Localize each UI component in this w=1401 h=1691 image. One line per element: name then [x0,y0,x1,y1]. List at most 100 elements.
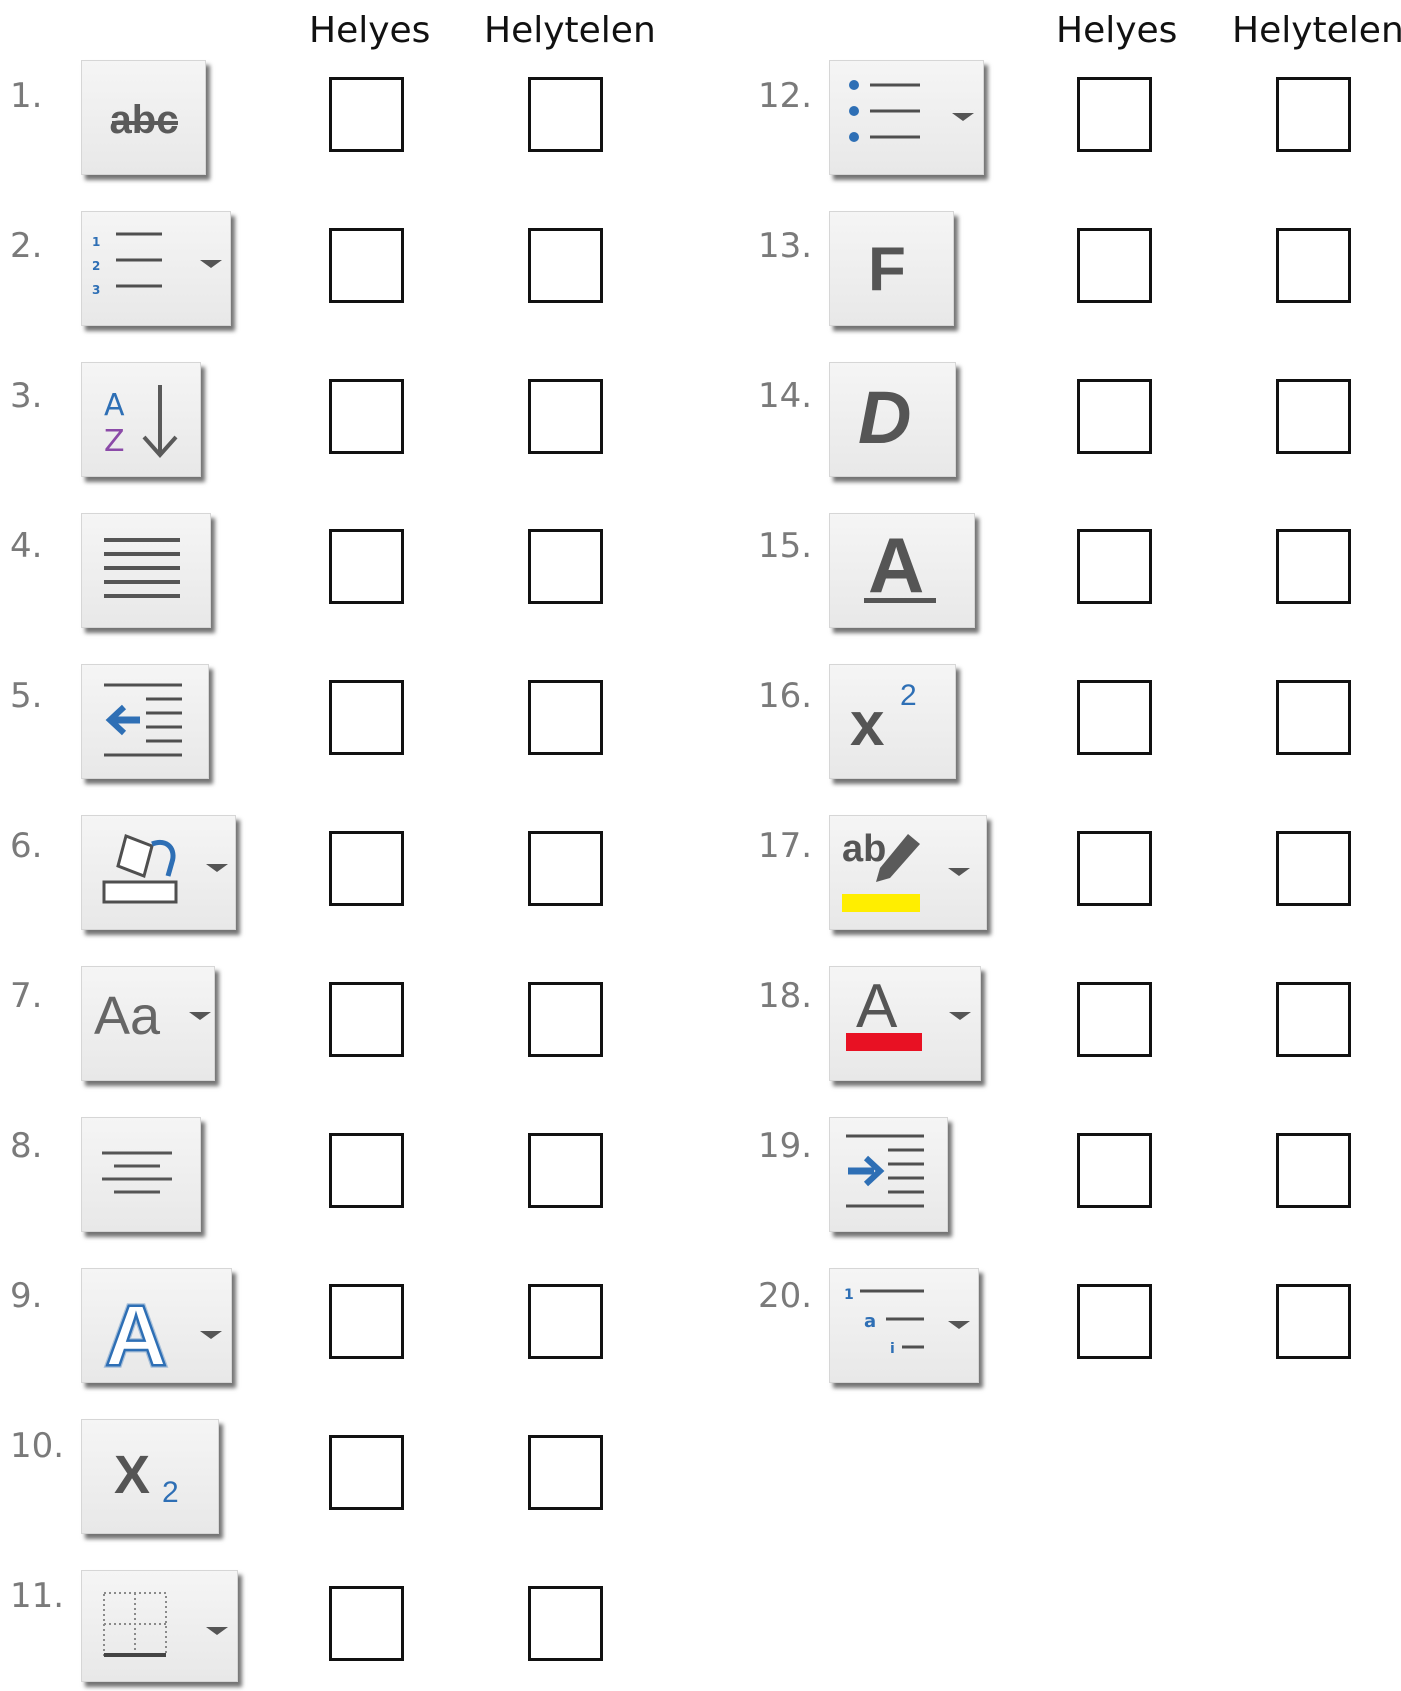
item-number: 4. [10,526,43,566]
strikethrough-button[interactable]: abc [81,60,206,175]
underline-button[interactable]: A [829,513,975,628]
justify-button[interactable] [81,513,211,628]
bold-button[interactable]: F [829,211,954,326]
helyes-checkbox[interactable] [1077,1133,1152,1208]
borders-button[interactable] [81,1570,238,1682]
item-number: 8. [10,1126,43,1166]
header-helyes-left: Helyes [309,10,431,51]
helytelen-checkbox[interactable] [1276,1133,1351,1208]
helyes-checkbox[interactable] [1077,831,1152,906]
svg-text:a: a [864,1311,876,1332]
header-helytelen-right: Helytelen [1232,10,1401,51]
helyes-checkbox[interactable] [1077,1284,1152,1359]
change-case-button[interactable]: Aa [81,966,215,1081]
sort-az-icon: A Z [104,385,178,459]
svg-text:A: A [104,388,125,423]
helytelen-checkbox[interactable] [1276,77,1351,152]
multilevel-list-icon: 1 a i [844,1287,970,1357]
superscript-icon: x [850,690,885,759]
numbered-list-icon: 1 2 3 [92,232,222,297]
helyes-checkbox[interactable] [1077,77,1152,152]
helyes-checkbox[interactable] [329,379,404,454]
highlight-button[interactable]: ab [829,815,987,930]
helytelen-checkbox[interactable] [528,379,603,454]
helytelen-checkbox[interactable] [1276,1284,1351,1359]
helytelen-checkbox[interactable] [528,1435,603,1510]
increase-indent-icon [846,1134,924,1208]
item-number: 19. [758,1126,813,1166]
helytelen-checkbox[interactable] [528,1133,603,1208]
change-case-icon: Aa [94,986,161,1046]
helyes-checkbox[interactable] [329,680,404,755]
numbered-list-button[interactable]: 1 2 3 [81,211,231,326]
helyes-checkbox[interactable] [329,1133,404,1208]
helyes-checkbox[interactable] [1077,680,1152,755]
item-number: 11. [10,1576,65,1616]
decrease-indent-icon [104,683,182,757]
helytelen-checkbox[interactable] [528,680,603,755]
svg-text:1: 1 [844,1287,854,1303]
helytelen-checkbox[interactable] [528,1586,603,1661]
chevron-down-icon [949,1012,971,1020]
decrease-indent-button[interactable] [81,664,209,779]
svg-text:2: 2 [92,259,100,273]
item-number: 6. [10,826,43,866]
item-number: 12. [758,76,813,116]
helytelen-checkbox[interactable] [528,831,603,906]
header-helytelen-left: Helytelen [484,10,656,51]
helytelen-checkbox[interactable] [1276,379,1351,454]
helytelen-checkbox[interactable] [528,77,603,152]
bullet-list-button[interactable] [829,60,984,175]
helyes-checkbox[interactable] [329,228,404,303]
svg-text:Z: Z [104,424,125,459]
sort-button[interactable]: A Z [81,362,201,477]
italic-button[interactable]: D [829,362,956,477]
item-number: 5. [10,676,43,716]
svg-text:1: 1 [92,235,100,249]
multilevel-list-button[interactable]: 1 a i [829,1268,979,1383]
item-number: 2. [10,226,43,266]
chevron-down-icon [189,1012,211,1020]
helyes-checkbox[interactable] [329,1284,404,1359]
helytelen-checkbox[interactable] [1276,680,1351,755]
helyes-checkbox[interactable] [1077,529,1152,604]
helytelen-checkbox[interactable] [528,529,603,604]
shading-button[interactable] [81,815,236,930]
helytelen-checkbox[interactable] [1276,831,1351,906]
strikethrough-icon: abc [110,98,179,142]
svg-text:A: A [105,1288,167,1384]
subscript-button[interactable]: X 2 [81,1419,219,1534]
helytelen-checkbox[interactable] [1276,228,1351,303]
item-number: 9. [10,1276,43,1316]
helytelen-checkbox[interactable] [1276,982,1351,1057]
helyes-checkbox[interactable] [329,982,404,1057]
helyes-checkbox[interactable] [329,529,404,604]
helyes-checkbox[interactable] [329,831,404,906]
underline-bar [864,598,936,603]
svg-text:abc: abc [110,98,179,142]
shading-bucket-icon [102,834,228,904]
helytelen-checkbox[interactable] [1276,529,1351,604]
superscript-digit: 2 [900,679,917,712]
item-number: 3. [10,376,43,416]
text-effects-icon: A A [102,1286,222,1384]
item-number: 10. [10,1426,65,1466]
helyes-checkbox[interactable] [329,1435,404,1510]
item-number: 18. [758,976,813,1016]
item-number: 1. [10,76,43,116]
increase-indent-button[interactable] [829,1117,948,1232]
helytelen-checkbox[interactable] [528,1284,603,1359]
svg-text:3: 3 [92,283,100,297]
helyes-checkbox[interactable] [1077,982,1152,1057]
header-helyes-right: Helyes [1056,10,1178,51]
helytelen-checkbox[interactable] [528,228,603,303]
helyes-checkbox[interactable] [329,1586,404,1661]
helytelen-checkbox[interactable] [528,982,603,1057]
font-color-button[interactable]: A [829,966,981,1081]
align-center-button[interactable] [81,1117,201,1232]
helyes-checkbox[interactable] [1077,228,1152,303]
text-effects-button[interactable]: A A [81,1268,232,1384]
helyes-checkbox[interactable] [1077,379,1152,454]
superscript-button[interactable]: x 2 [829,664,956,779]
helyes-checkbox[interactable] [329,77,404,152]
